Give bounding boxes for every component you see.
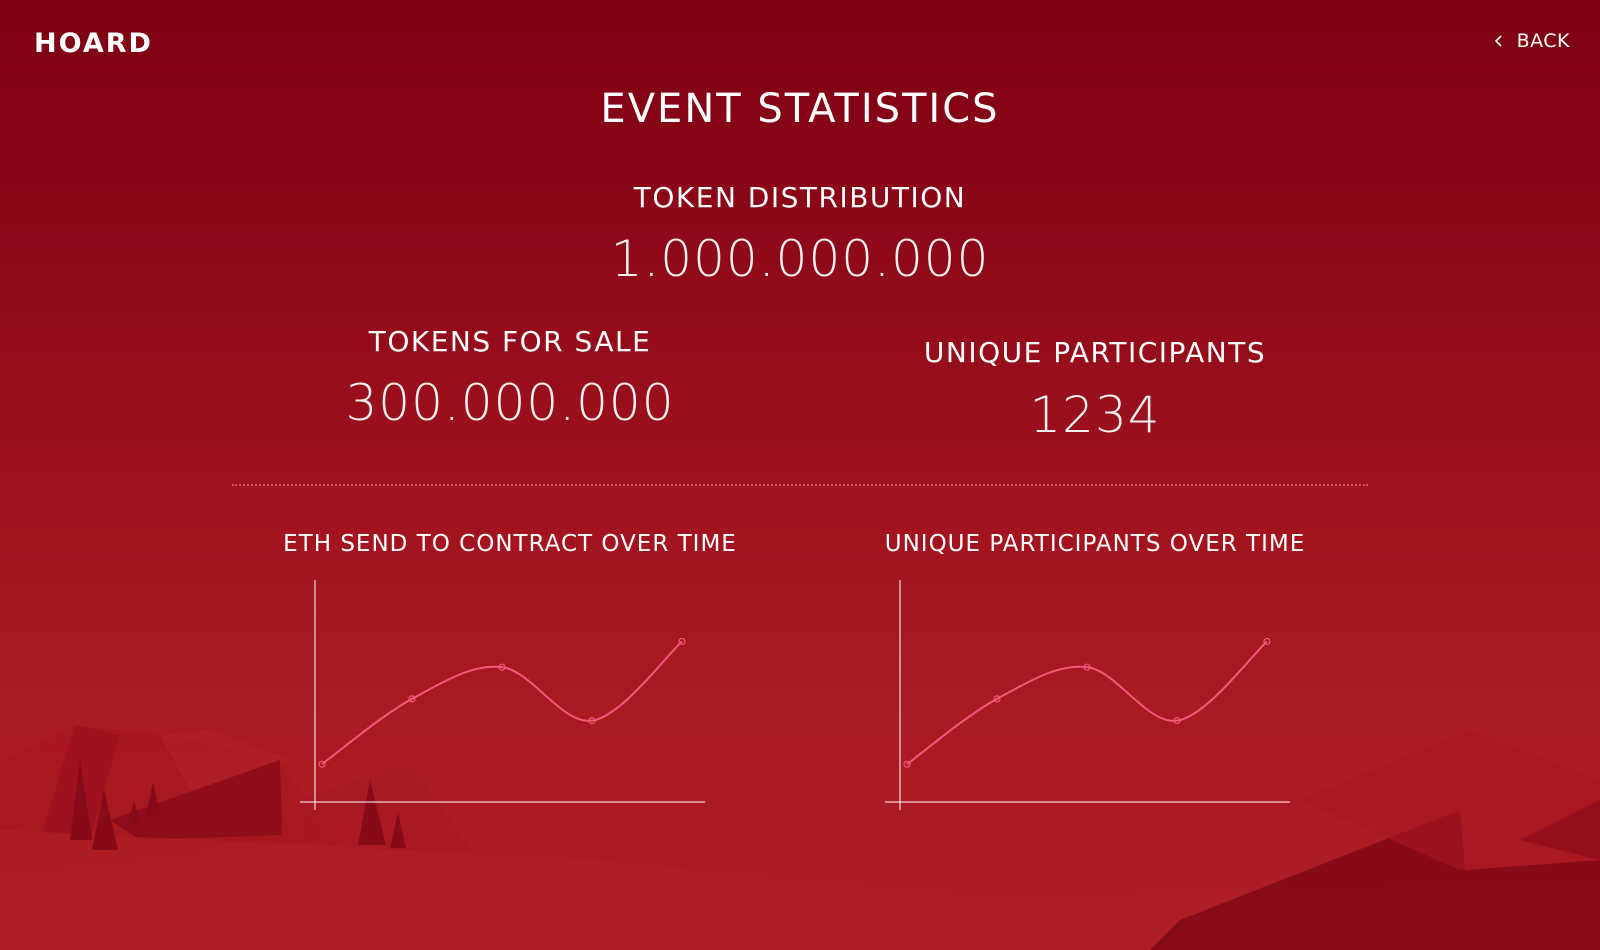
unique-participants-value: 1234 xyxy=(1029,386,1161,444)
chevron-left-icon xyxy=(1494,35,1502,47)
unique-participants-label: UNIQUE PARTICIPANTS xyxy=(923,336,1267,369)
data-point xyxy=(318,760,326,768)
participants-chart-title: UNIQUE PARTICIPANTS OVER TIME xyxy=(884,531,1306,557)
back-label: BACK xyxy=(1516,30,1570,52)
hoard-logo[interactable]: HOARD xyxy=(34,24,151,62)
tokens-for-sale-label: TOKENS FOR SALE xyxy=(368,325,652,358)
section-divider xyxy=(232,484,1368,486)
page-title: EVENT STATISTICS xyxy=(600,86,1000,132)
eth-chart xyxy=(300,580,705,810)
landscape-background xyxy=(0,725,1600,950)
logo-text: HOARD xyxy=(34,28,153,59)
token-distribution-label: TOKEN DISTRIBUTION xyxy=(633,181,967,214)
tokens-for-sale-value: 300.000.000 xyxy=(345,374,675,432)
data-point xyxy=(903,760,911,768)
series-line xyxy=(906,640,1268,766)
eth-chart-title: ETH SEND TO CONTRACT OVER TIME xyxy=(283,531,737,557)
back-button[interactable]: BACK xyxy=(1493,30,1570,52)
participants-chart xyxy=(885,580,1290,810)
token-distribution-value: 1.000.000.000 xyxy=(610,230,990,288)
series-line xyxy=(321,640,683,766)
